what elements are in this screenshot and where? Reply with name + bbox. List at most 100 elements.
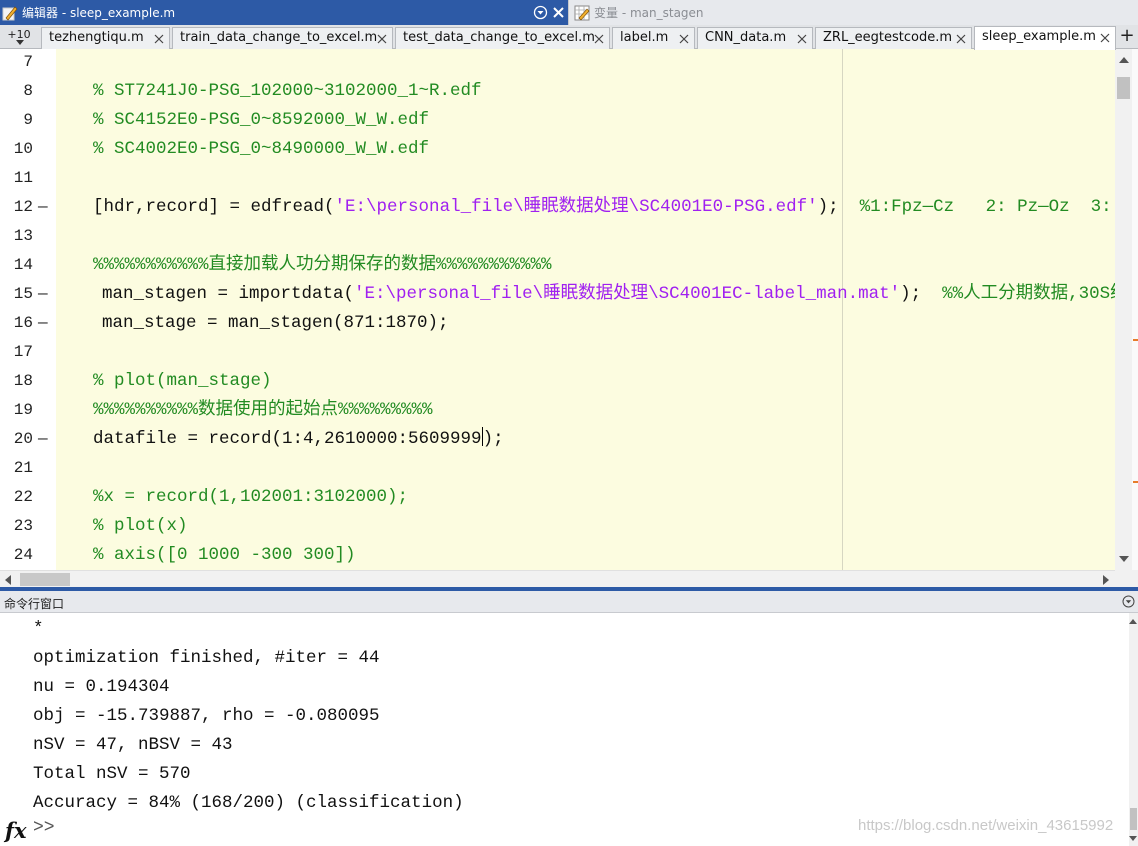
code-token: datafile = record(1:4,2610000:5609999 bbox=[93, 429, 482, 449]
scroll-left-icon[interactable] bbox=[5, 575, 11, 585]
scroll-thumb[interactable] bbox=[20, 573, 70, 586]
line-number: 13 bbox=[13, 227, 33, 245]
code-line[interactable]: 11 bbox=[0, 164, 1115, 193]
line-number: 12 bbox=[13, 198, 33, 216]
line-number: 8 bbox=[23, 82, 33, 100]
code-line[interactable]: 12 — [hdr,record] = edfread('E:\personal_f… bbox=[0, 193, 1133, 222]
code-token: ); bbox=[482, 429, 504, 449]
chevron-down-icon bbox=[16, 40, 24, 45]
close-tab-icon[interactable] bbox=[154, 34, 164, 44]
breakpoint-marker[interactable]: — bbox=[38, 309, 48, 338]
scroll-down-icon[interactable] bbox=[1119, 556, 1129, 562]
code-text[interactable]: %x = record(1,102001:3102000); bbox=[93, 483, 408, 512]
code-text[interactable]: % SC4152E0-PSG_0~8592000_W_W.edf bbox=[93, 106, 429, 135]
tab-label: CNN_data.m bbox=[705, 30, 787, 45]
close-editor-icon[interactable] bbox=[551, 5, 566, 20]
code-line[interactable]: 13 bbox=[0, 222, 1115, 251]
code-line[interactable]: 8 % ST7241J0-PSG_102000~3102000_1~R.edf bbox=[0, 77, 1115, 106]
code-analyzer-strip[interactable] bbox=[1132, 49, 1138, 570]
code-token: man_stagen = importdata( bbox=[102, 284, 355, 304]
scroll-down-icon[interactable] bbox=[1129, 836, 1137, 841]
command-prompt[interactable]: >> bbox=[33, 818, 55, 838]
code-text[interactable]: % axis([0 1000 -300 300]) bbox=[93, 541, 356, 570]
line-number: 18 bbox=[13, 372, 33, 390]
close-tab-icon[interactable] bbox=[797, 34, 807, 44]
close-tab-icon[interactable] bbox=[1100, 33, 1110, 43]
function-browser-button[interactable]: fx bbox=[5, 818, 27, 843]
output-line: Total nSV = 570 bbox=[33, 764, 191, 784]
breakpoint-marker[interactable]: — bbox=[38, 193, 48, 222]
code-line[interactable]: 9 % SC4152E0-PSG_0~8592000_W_W.edf bbox=[0, 106, 1115, 135]
code-token: ); bbox=[900, 284, 943, 304]
command-window-scrollbar[interactable] bbox=[1129, 613, 1138, 846]
code-text[interactable]: %%%%%%%%%%%直接加载人功分期保存的数据%%%%%%%%%%% bbox=[93, 251, 552, 280]
code-text[interactable]: % plot(man_stage) bbox=[93, 367, 272, 396]
line-number: 14 bbox=[13, 256, 33, 274]
editor-title: 编辑器 - sleep_example.m bbox=[22, 6, 176, 20]
scroll-right-icon[interactable] bbox=[1103, 575, 1109, 585]
code-comment: %%%%%%%%%%%直接加载人功分期保存的数据%%%%%%%%%%% bbox=[93, 255, 552, 275]
command-window-title: 命令行窗口 bbox=[4, 597, 65, 611]
close-tab-icon[interactable] bbox=[594, 34, 604, 44]
code-line[interactable]: 7 bbox=[0, 49, 1115, 77]
tab-zrl-eegtestcode[interactable]: ZRL_eegtestcode.m bbox=[815, 27, 972, 49]
line-number: 20 bbox=[13, 430, 33, 448]
scroll-up-icon[interactable] bbox=[1129, 619, 1137, 624]
code-comment: % plot(x) bbox=[93, 516, 188, 536]
line-number: 7 bbox=[23, 53, 33, 71]
variable-title-bar[interactable]: 变量 - man_stagen bbox=[568, 0, 1138, 25]
code-text[interactable]: datafile = record(1:4,2610000:5609999); bbox=[93, 425, 504, 454]
output-line: obj = -15.739887, rho = -0.080095 bbox=[33, 706, 380, 726]
warning-marker[interactable] bbox=[1133, 339, 1138, 341]
code-text[interactable]: % ST7241J0-PSG_102000~3102000_1~R.edf bbox=[93, 77, 482, 106]
output-line: nSV = 47, nBSV = 43 bbox=[33, 735, 233, 755]
code-comment: % plot(man_stage) bbox=[93, 371, 272, 391]
code-line[interactable]: 14 %%%%%%%%%%%直接加载人功分期保存的数据%%%%%%%%%%% bbox=[0, 251, 1115, 280]
tab-cnn-data[interactable]: CNN_data.m bbox=[697, 27, 813, 49]
tab-test-data-change-to-excel[interactable]: test_data_change_to_excel.m bbox=[395, 27, 610, 49]
code-comment: % SC4002E0-PSG_0~8490000_W_W.edf bbox=[93, 139, 430, 159]
editor-horizontal-scrollbar[interactable] bbox=[0, 570, 1115, 587]
code-text[interactable]: %%%%%%%%%%数据使用的起始点%%%%%%%%% bbox=[93, 396, 433, 425]
command-window[interactable]: * optimization finished, #iter = 44 nu =… bbox=[0, 613, 1138, 846]
code-line[interactable]: 10 % SC4002E0-PSG_0~8490000_W_W.edf bbox=[0, 135, 1115, 164]
code-line[interactable]: 23 % plot(x) bbox=[0, 512, 1115, 541]
code-line[interactable]: 16 — man_stage = man_stagen(871:1870); bbox=[0, 309, 1115, 338]
code-text[interactable]: man_stage = man_stagen(871:1870); bbox=[102, 309, 449, 338]
breakpoint-marker[interactable]: — bbox=[38, 280, 48, 309]
code-text[interactable]: % plot(x) bbox=[93, 512, 188, 541]
command-window-actions-icon[interactable] bbox=[1122, 595, 1135, 608]
breakpoint-marker[interactable]: — bbox=[38, 425, 48, 454]
code-text[interactable]: [hdr,record] = edfread('E:\personal_file… bbox=[93, 193, 1133, 222]
tab-label-m[interactable]: label.m bbox=[612, 27, 695, 49]
code-editor[interactable]: 7 8 % ST7241J0-PSG_102000~3102000_1~R.edf 9… bbox=[0, 49, 1138, 570]
editor-vertical-scrollbar[interactable] bbox=[1115, 49, 1132, 570]
editor-actions-icon[interactable] bbox=[533, 5, 548, 20]
warning-marker[interactable] bbox=[1133, 481, 1138, 483]
tab-train-data-change-to-excel[interactable]: train_data_change_to_excel.m bbox=[172, 27, 393, 49]
code-line[interactable]: 15 — man_stagen = importdata('E:\personal_… bbox=[0, 280, 1138, 309]
scroll-thumb[interactable] bbox=[1130, 808, 1137, 830]
scroll-thumb[interactable] bbox=[1117, 77, 1130, 99]
close-tab-icon[interactable] bbox=[377, 34, 387, 44]
scroll-up-icon[interactable] bbox=[1119, 57, 1129, 63]
code-line[interactable]: 22 %x = record(1,102001:3102000); bbox=[0, 483, 1115, 512]
code-text[interactable]: man_stagen = importdata('E:\personal_fil… bbox=[102, 280, 1138, 309]
new-tab-button[interactable]: + bbox=[1116, 26, 1138, 48]
code-line[interactable]: 18 % plot(man_stage) bbox=[0, 367, 1115, 396]
code-line[interactable]: 20 — datafile = record(1:4,2610000:5609999… bbox=[0, 425, 1115, 454]
code-text[interactable]: % SC4002E0-PSG_0~8490000_W_W.edf bbox=[93, 135, 429, 164]
close-tab-icon[interactable] bbox=[956, 34, 966, 44]
code-line[interactable]: 24 % axis([0 1000 -300 300]) bbox=[0, 541, 1115, 570]
code-line[interactable]: 17 bbox=[0, 338, 1115, 367]
editor-title-bar[interactable]: 编辑器 - sleep_example.m bbox=[0, 0, 568, 25]
close-tab-icon[interactable] bbox=[679, 34, 689, 44]
code-line[interactable]: 19 %%%%%%%%%%数据使用的起始点%%%%%%%%% bbox=[0, 396, 1115, 425]
tab-sleep-example[interactable]: sleep_example.m bbox=[974, 26, 1116, 50]
tab-overflow-button[interactable]: +10 bbox=[2, 27, 36, 48]
line-number: 16 bbox=[13, 314, 33, 332]
tab-tezhengtiqu[interactable]: tezhengtiqu.m bbox=[41, 27, 170, 49]
command-window-title-bar[interactable]: 命令行窗口 bbox=[0, 591, 1138, 613]
code-line[interactable]: 21 bbox=[0, 454, 1115, 483]
editor-tab-strip: +10 tezhengtiqu.m train_data_change_to_e… bbox=[0, 25, 1138, 50]
